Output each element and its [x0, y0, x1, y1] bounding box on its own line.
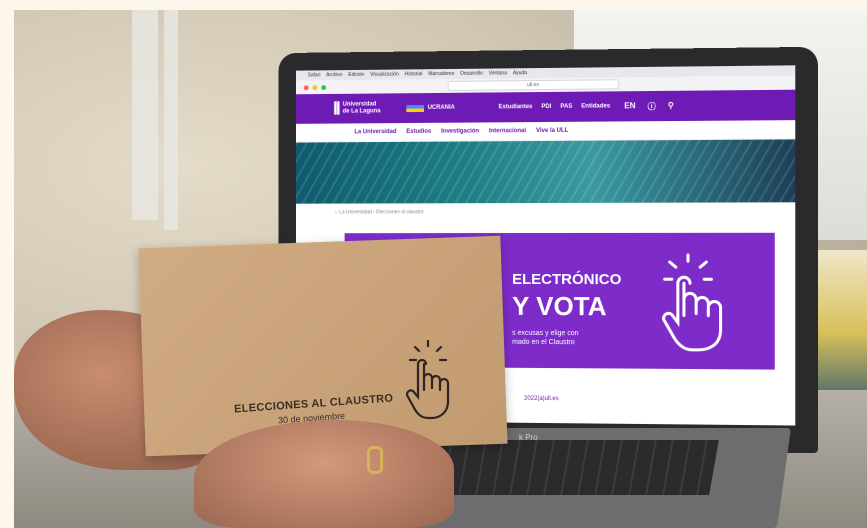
site-header: ll Universidad de La Laguna UCRANIA Estu…	[295, 89, 796, 124]
menubar-item[interactable]: Safari	[308, 72, 321, 78]
language-toggle[interactable]: EN	[624, 101, 635, 112]
lamp-arm	[164, 10, 178, 230]
keyboard	[409, 440, 719, 495]
subnav-item[interactable]: Estudios	[406, 129, 431, 135]
menubar-item[interactable]: Archivo	[326, 72, 342, 78]
lamp-arm	[132, 10, 158, 220]
pointing-hand-icon	[658, 253, 739, 354]
menubar-item[interactable]: Ayuda	[513, 70, 527, 76]
topnav-item[interactable]: Estudiantes	[499, 104, 533, 110]
university-logo[interactable]: ll Universidad de La Laguna	[333, 98, 381, 119]
subnav-item[interactable]: Internacional	[489, 128, 526, 134]
menubar-item[interactable]: Edición	[348, 72, 364, 78]
topnav-item[interactable]: PAS	[560, 104, 572, 110]
ukraine-flag-icon	[405, 104, 424, 112]
logo-text: Universidad de La Laguna	[343, 101, 381, 115]
topnav-item[interactable]: PDI	[541, 104, 551, 110]
wedding-ring	[367, 446, 383, 474]
logo-mark: ll	[332, 98, 339, 119]
hero-image	[295, 139, 796, 204]
subnav-item[interactable]: Vive la ULL	[536, 128, 568, 134]
topnav-item[interactable]: Entidades	[581, 103, 610, 109]
banner-line: ELECTRÓNICO	[512, 270, 622, 289]
header-icons: EN ⓘ ⚲	[624, 100, 674, 111]
info-icon[interactable]: ⓘ	[648, 101, 656, 112]
subnav-item[interactable]: Investigación	[441, 128, 479, 134]
breadcrumb: ⌂ La Universidad › Elecciones al claustr…	[334, 209, 424, 216]
laptop-brand-text: k Pro	[519, 433, 538, 442]
email-link[interactable]: 2022(a)ull.es	[524, 396, 559, 402]
menubar-item[interactable]: Marcadores	[428, 71, 454, 77]
ukraine-link[interactable]: UCRANIA	[405, 104, 455, 112]
close-window-icon[interactable]	[303, 84, 309, 90]
top-nav: Estudiantes PDI PAS Entidades	[499, 103, 611, 110]
zoom-window-icon[interactable]	[321, 84, 327, 90]
envelope-pointing-hand-icon	[406, 340, 450, 420]
banner-body-line: s excusas y elige con	[512, 329, 579, 338]
minimize-window-icon[interactable]	[312, 84, 318, 90]
logo-line: de La Laguna	[342, 108, 381, 115]
ukraine-label: UCRANIA	[427, 104, 455, 111]
banner-body-line: mado en el Claustro	[512, 338, 575, 347]
menubar-item[interactable]: Ventana	[489, 70, 507, 76]
banner-body: s excusas y elige con mado en el Claustr…	[512, 329, 578, 347]
menubar-item[interactable]: Visualización	[370, 72, 399, 78]
search-icon[interactable]: ⚲	[668, 100, 674, 111]
logo-line: Universidad	[342, 101, 377, 108]
photo: Safari Archivo Edición Visualización His…	[14, 10, 867, 528]
menubar-item[interactable]: Desarrollo	[460, 71, 483, 77]
banner-headline: Y VOTA	[512, 290, 607, 322]
address-bar[interactable]: ull.es	[447, 79, 620, 91]
menubar-item[interactable]: Historial	[405, 71, 423, 77]
subnav-item[interactable]: La Universidad	[354, 129, 396, 135]
